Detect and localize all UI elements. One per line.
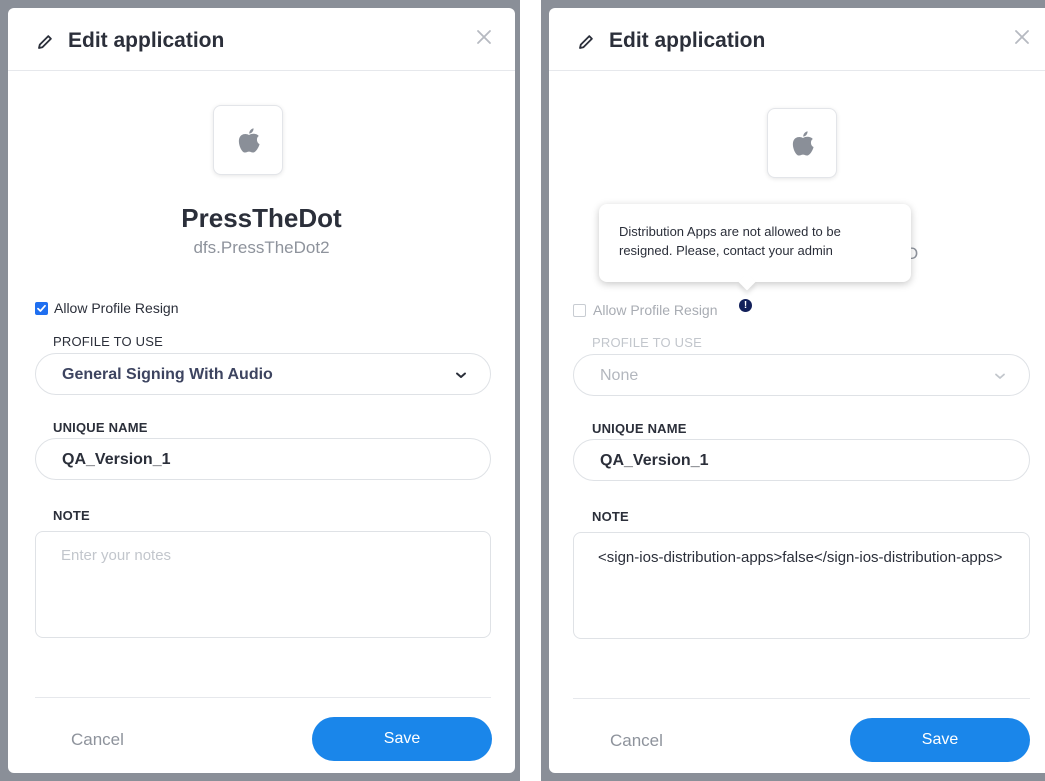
cancel-button[interactable]: Cancel <box>610 731 663 751</box>
save-button[interactable]: Save <box>850 718 1030 762</box>
note-textarea[interactable]: <sign-ios-distribution-apps>false</sign-… <box>573 532 1030 639</box>
unique-name-value: QA_Version_1 <box>600 452 709 469</box>
profile-select-value: None <box>600 367 639 384</box>
profile-select: None <box>573 354 1030 396</box>
close-icon[interactable] <box>473 26 495 48</box>
left-panel: Edit application PressTheDot dfs.PressTh… <box>0 0 520 781</box>
profile-select[interactable]: General Signing With Audio <box>35 353 491 395</box>
footer-divider <box>35 697 491 698</box>
app-name: PressTheDot <box>181 203 342 233</box>
edit-application-dialog: Edit application PressTheDot dfs.PressTh… <box>8 8 515 773</box>
chevron-down-icon <box>995 373 1005 379</box>
note-label: NOTE <box>53 508 90 523</box>
note-text: <sign-ios-distribution-apps>false</sign-… <box>598 549 1003 566</box>
allow-profile-resign-label[interactable]: Allow Profile Resign <box>54 300 179 316</box>
allow-profile-resign-checkbox[interactable] <box>35 302 48 315</box>
allow-profile-resign-checkbox[interactable] <box>573 304 586 317</box>
app-icon-tile <box>767 108 837 178</box>
apple-icon <box>792 131 814 156</box>
dialog-header: Edit application <box>8 8 515 71</box>
note-label: NOTE <box>592 509 629 524</box>
profile-select-value: General Signing With Audio <box>62 366 273 383</box>
unique-name-input[interactable]: QA_Version_1 <box>35 438 491 480</box>
right-panel: Edit application O Distribution Apps are… <box>541 0 1045 781</box>
tooltip-text: Distribution Apps are not allowed to be … <box>619 224 841 258</box>
chevron-down-icon <box>456 372 466 378</box>
unique-name-input[interactable]: QA_Version_1 <box>573 439 1030 481</box>
app-icon-tile <box>213 105 283 175</box>
checkmark-icon <box>37 304 46 312</box>
edit-application-dialog: Edit application O Distribution Apps are… <box>549 8 1045 773</box>
save-button[interactable]: Save <box>312 717 492 761</box>
unique-name-value: QA_Version_1 <box>62 451 171 468</box>
info-icon[interactable]: ! <box>739 299 752 312</box>
pencil-icon <box>38 35 52 49</box>
unique-name-label: UNIQUE NAME <box>592 421 687 436</box>
dialog-title: Edit application <box>609 29 766 52</box>
tooltip-arrow <box>738 273 756 291</box>
profile-to-use-label: PROFILE TO USE <box>592 335 702 350</box>
note-placeholder: Enter your notes <box>61 547 172 564</box>
bundle-id: dfs.PressTheDot2 <box>193 238 330 257</box>
profile-to-use-label: PROFILE TO USE <box>53 334 163 349</box>
footer-divider <box>573 698 1030 699</box>
apple-icon <box>238 128 260 153</box>
cancel-button[interactable]: Cancel <box>71 730 124 750</box>
resign-disabled-tooltip: Distribution Apps are not allowed to be … <box>599 204 911 291</box>
dialog-title: Edit application <box>68 29 225 52</box>
unique-name-label: UNIQUE NAME <box>53 420 148 435</box>
pencil-icon <box>579 35 593 49</box>
allow-profile-resign-label[interactable]: Allow Profile Resign <box>593 302 718 318</box>
dialog-header: Edit application <box>549 8 1045 71</box>
close-icon[interactable] <box>1011 26 1033 48</box>
note-textarea[interactable]: Enter your notes <box>35 531 491 638</box>
